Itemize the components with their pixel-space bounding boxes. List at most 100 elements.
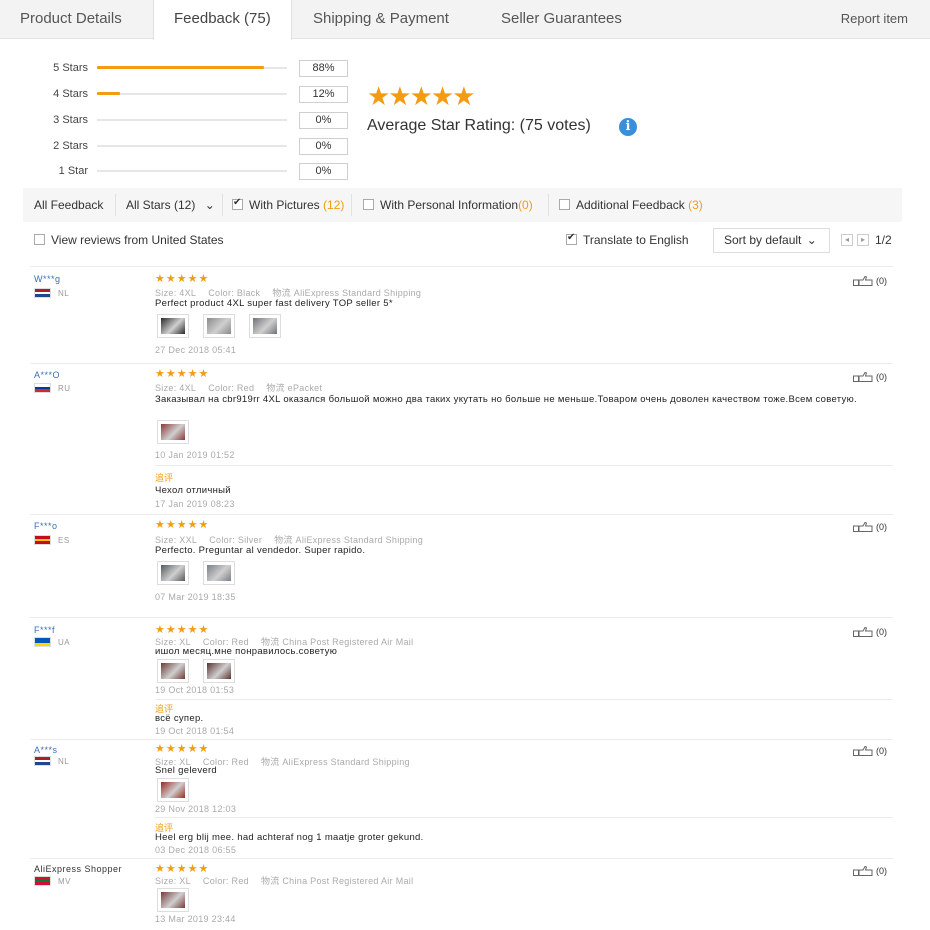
reviewer-name[interactable]: A***s	[34, 745, 58, 755]
country-code: ES	[58, 536, 70, 545]
additional-feedback-text: Чехол отличный	[155, 485, 231, 496]
review-color: Color: Red	[208, 383, 255, 393]
view-us-reviews-option[interactable]: View reviews from United States	[34, 233, 224, 247]
helpful-button[interactable]: (0)	[853, 746, 887, 756]
report-item-link[interactable]: Report item	[841, 0, 908, 38]
reviewer-name[interactable]: W***g	[34, 274, 61, 284]
additional-feedback-filter[interactable]: Additional Feedback (3)	[559, 198, 703, 212]
review-photo[interactable]	[203, 314, 235, 338]
review-photo[interactable]	[203, 659, 235, 683]
helpful-count: (0)	[876, 276, 887, 286]
review-photo[interactable]	[157, 888, 189, 912]
review-photo[interactable]	[157, 778, 189, 802]
translate-label: Translate to English	[583, 233, 689, 247]
feedback-filter-bar: All Feedback All Stars (12) ⌄ With Pictu…	[23, 188, 902, 222]
review-photo[interactable]	[157, 561, 189, 585]
country-code: NL	[58, 757, 70, 766]
histogram-label: 5 Stars	[53, 62, 88, 74]
review-size: Size: XXL	[155, 535, 198, 545]
tab-seller-guarantees[interactable]: Seller Guarantees	[481, 0, 642, 39]
histogram-label: 2 Stars	[53, 140, 88, 152]
all-stars-dropdown[interactable]: All Stars (12) ⌄	[126, 198, 215, 212]
review-color: Color: Red	[202, 876, 249, 886]
review-photo[interactable]	[249, 314, 281, 338]
histogram-bar-fill	[97, 92, 120, 95]
additional-feedback-date: 17 Jan 2019 08:23	[155, 499, 235, 509]
with-personal-info-label: With Personal Information	[380, 198, 519, 212]
additional-feedback-label: Additional Feedback	[576, 198, 685, 212]
additional-feedback-date: 19 Oct 2018 01:54	[155, 726, 235, 736]
tab-feedback[interactable]: Feedback (75)	[153, 0, 292, 40]
with-pictures-checkbox[interactable]	[232, 197, 243, 210]
divider	[155, 817, 893, 818]
with-pictures-count: (12)	[323, 198, 345, 212]
reviewer-name[interactable]: A***O	[34, 370, 60, 380]
translate-checkbox[interactable]	[566, 232, 577, 245]
helpful-count: (0)	[876, 522, 887, 532]
helpful-button[interactable]: (0)	[853, 866, 887, 876]
helpful-button[interactable]: (0)	[853, 372, 887, 382]
review-color: Color: Silver	[209, 535, 263, 545]
with-personal-info-checkbox[interactable]	[363, 199, 374, 210]
country-flag	[34, 535, 51, 545]
helpful-count: (0)	[876, 372, 887, 382]
sort-dropdown[interactable]: Sort by default ⌄	[713, 228, 830, 253]
info-icon[interactable]: i	[619, 118, 637, 136]
divider	[115, 194, 116, 216]
divider	[30, 858, 893, 859]
sort-label: Sort by default	[724, 233, 802, 247]
review-photo[interactable]	[157, 420, 189, 444]
view-us-reviews-label: View reviews from United States	[51, 233, 224, 247]
thumbs-up-icon	[853, 372, 873, 382]
all-feedback-filter[interactable]: All Feedback	[34, 198, 103, 212]
review-shipping: 物流 AliExpress Standard Shipping	[272, 288, 422, 298]
review-text: ишол месяц.мне понравилось.советую	[155, 646, 338, 657]
reviewer-name[interactable]: AliExpress Shopper	[34, 864, 122, 874]
tab-shipping-payment[interactable]: Shipping & Payment	[293, 0, 469, 39]
thumbs-up-icon	[853, 276, 873, 286]
review-date: 29 Nov 2018 12:03	[155, 804, 237, 814]
helpful-button[interactable]: (0)	[853, 627, 887, 637]
review-meta: Size: 4XL Color: Red 物流 ePacket	[155, 381, 334, 394]
country-code: MV	[58, 877, 71, 886]
helpful-count: (0)	[876, 627, 887, 637]
country-flag	[34, 288, 51, 298]
with-pictures-filter[interactable]: With Pictures (12)	[232, 197, 345, 212]
additional-feedback-checkbox[interactable]	[559, 199, 570, 210]
next-page-button[interactable]: ▸	[857, 234, 869, 246]
review-text: Perfect product 4XL super fast delivery …	[155, 298, 393, 309]
review-text: Snel geleverd	[155, 765, 217, 776]
view-us-reviews-checkbox[interactable]	[34, 234, 45, 245]
country-flag	[34, 876, 51, 886]
country-flag	[34, 383, 51, 393]
review-shipping: 物流 China Post Registered Air Mail	[260, 876, 414, 886]
review-photo[interactable]	[203, 561, 235, 585]
review-photo[interactable]	[157, 659, 189, 683]
tab-product-details[interactable]: Product Details	[0, 0, 142, 39]
divider	[351, 194, 352, 216]
country-flag	[34, 756, 51, 766]
with-personal-info-count: (0)	[518, 198, 533, 212]
helpful-button[interactable]: (0)	[853, 276, 887, 286]
helpful-button[interactable]: (0)	[853, 522, 887, 532]
review-date: 10 Jan 2019 01:52	[155, 450, 235, 460]
average-rating-text: Average Star Rating: (75 votes)	[367, 117, 591, 134]
additional-feedback-text: всё супер.	[155, 713, 204, 724]
histogram-percent: 0%	[299, 163, 348, 180]
review-photo[interactable]	[157, 314, 189, 338]
translate-option[interactable]: Translate to English	[566, 232, 689, 247]
histogram-label: 3 Stars	[53, 114, 88, 126]
review-date: 19 Oct 2018 01:53	[155, 685, 235, 695]
review-date: 13 Mar 2019 23:44	[155, 914, 236, 924]
divider	[30, 739, 893, 740]
reviewer-name[interactable]: F***f	[34, 625, 55, 635]
chevron-down-icon: ⌄	[806, 233, 817, 247]
prev-page-button[interactable]: ◂	[841, 234, 853, 246]
histogram-percent: 0%	[299, 138, 348, 155]
with-personal-info-filter[interactable]: With Personal Information(0)	[363, 198, 533, 212]
country-code: RU	[58, 384, 71, 393]
divider	[222, 194, 223, 216]
review-text: Заказывал на cbr919rr 4XL оказался больш…	[155, 394, 857, 405]
country-code: NL	[58, 289, 70, 298]
reviewer-name[interactable]: F***o	[34, 521, 58, 531]
